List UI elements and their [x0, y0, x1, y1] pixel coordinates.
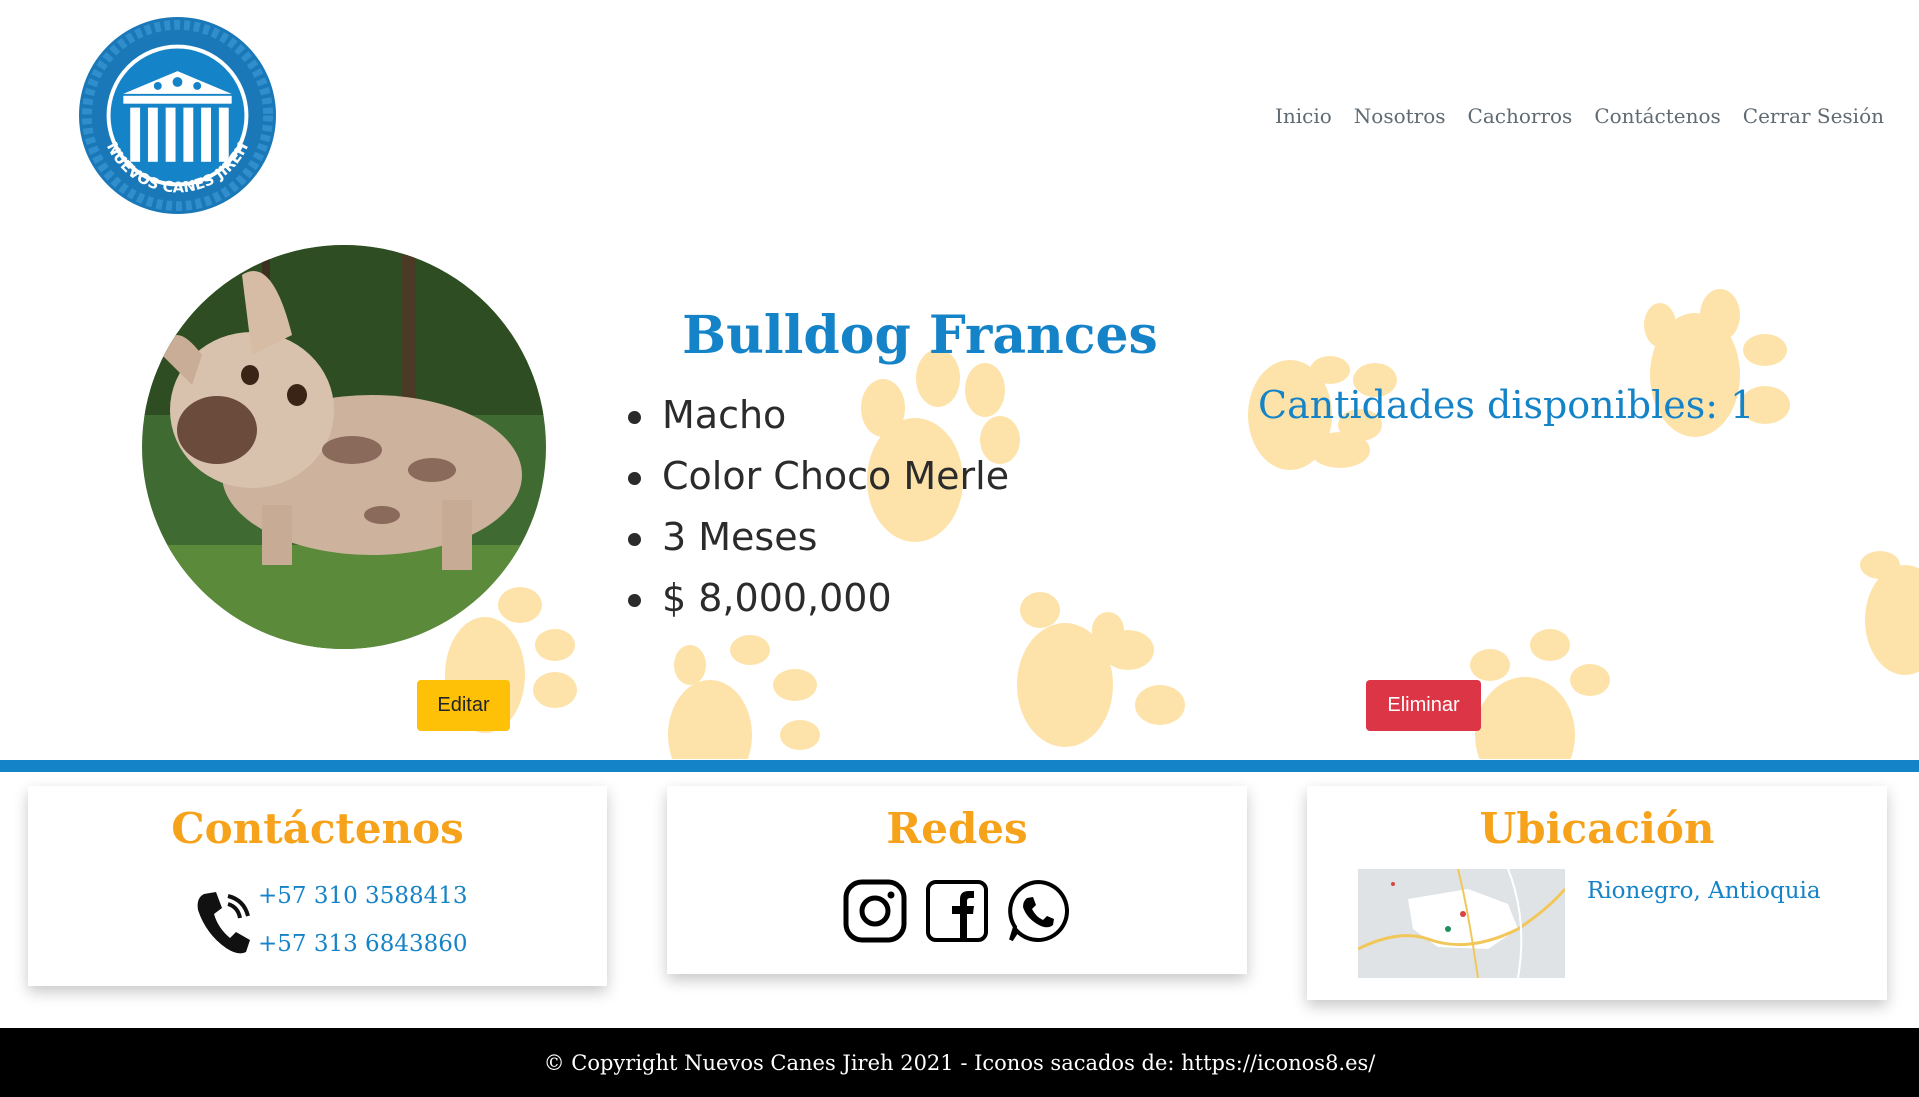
section-divider: [0, 760, 1919, 772]
product-detail: Bulldog Frances Macho Color Choco Merle …: [0, 235, 1919, 759]
delete-button[interactable]: Eliminar: [1366, 680, 1481, 731]
contact-card: Contáctenos +57 310 3588413 +57 313 6843…: [28, 786, 607, 986]
edit-button[interactable]: Editar: [417, 680, 510, 731]
main-nav: Inicio Nosotros Cachorros Contáctenos Ce…: [1264, 104, 1895, 128]
social-card: Redes: [667, 786, 1247, 974]
location-text: Rionegro, Antioquia: [1587, 878, 1821, 904]
social-card-title: Redes: [886, 804, 1028, 853]
brand-logo[interactable]: NUEVOS CANES JIREH: [79, 17, 276, 214]
paw-print-decoration: [1017, 592, 1185, 747]
site-footer: © Copyright Nuevos Canes Jireh 2021 - Ic…: [0, 1028, 1919, 1097]
site-header: NUEVOS CANES JIREH Inicio Nosotros Cacho…: [0, 0, 1919, 235]
phone-icon: [197, 892, 250, 954]
nav-cachorros[interactable]: Cachorros: [1457, 104, 1584, 128]
product-features: Macho Color Choco Merle 3 Meses $ 8,000,…: [627, 385, 1009, 629]
nav-inicio[interactable]: Inicio: [1264, 104, 1343, 128]
feature-price: $ 8,000,000: [627, 568, 1009, 629]
instagram-icon[interactable]: [842, 878, 908, 944]
nav-contactenos[interactable]: Contáctenos: [1583, 104, 1731, 128]
paw-print-decoration: [668, 635, 820, 759]
contact-card-title: Contáctenos: [171, 804, 464, 853]
location-card: Ubicación Rionegro, Antioquia: [1307, 786, 1887, 1000]
feature-color: Color Choco Merle: [627, 446, 1009, 507]
paw-print-decoration: [1470, 629, 1610, 759]
paw-print-decoration: [1860, 551, 1919, 675]
location-card-title: Ubicación: [1479, 804, 1715, 853]
facebook-icon[interactable]: [924, 878, 990, 944]
nav-nosotros[interactable]: Nosotros: [1343, 104, 1457, 128]
copyright-text: © Copyright Nuevos Canes Jireh 2021 - Ic…: [543, 1050, 1376, 1075]
stock-available: Cantidades disponibles: 1: [1258, 383, 1755, 427]
phone-number-2[interactable]: +57 313 6843860: [258, 931, 468, 957]
phone-number-1[interactable]: +57 310 3588413: [258, 883, 468, 909]
nav-cerrar-sesion[interactable]: Cerrar Sesión: [1732, 104, 1895, 128]
feature-age: 3 Meses: [627, 507, 1009, 568]
feature-sex: Macho: [627, 385, 1009, 446]
location-map[interactable]: [1358, 869, 1565, 978]
product-title: Bulldog Frances: [682, 305, 1158, 366]
puppy-photo: [142, 245, 546, 649]
whatsapp-icon[interactable]: [1005, 878, 1071, 944]
